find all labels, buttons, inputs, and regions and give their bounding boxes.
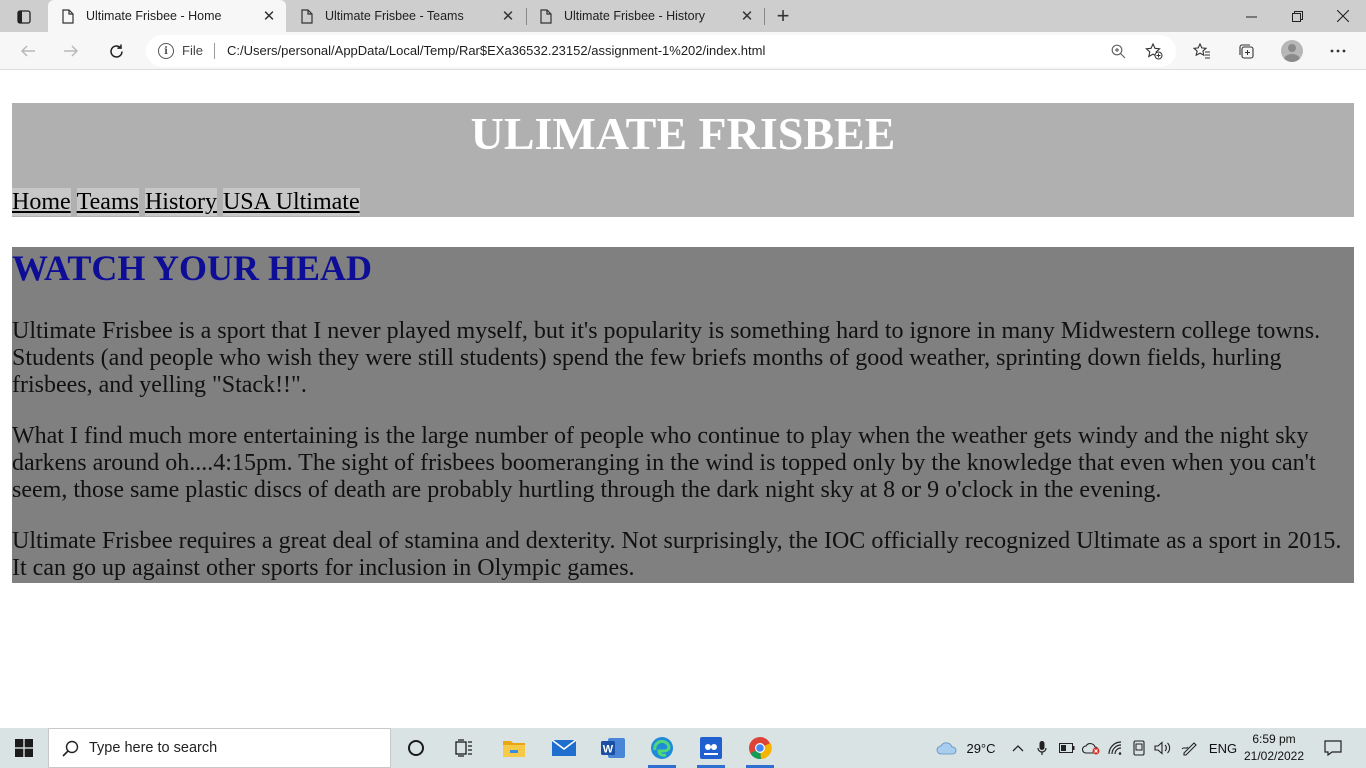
sync-error-icon[interactable] [1080, 728, 1102, 768]
forward-button[interactable] [56, 36, 86, 66]
mail-icon[interactable] [540, 728, 588, 768]
windows-start-icon[interactable] [0, 728, 48, 768]
taskbar: Type here to search W 29°C ENG 6:59 pm 2… [0, 728, 1366, 768]
favorites-icon[interactable] [1189, 38, 1215, 64]
zoom-icon[interactable] [1106, 40, 1130, 62]
paragraph: Ultimate Frisbee is a sport that I never… [12, 318, 1321, 398]
tab-separator [764, 8, 765, 25]
site-nav: Home Teams History USA Ultimate [12, 188, 360, 216]
site-title: ULIMATE FRISBEE [470, 108, 896, 159]
paragraph: What I find much more entertaining is th… [12, 423, 1316, 503]
paragraph: Ultimate Frisbee requires a great deal o… [12, 528, 1342, 581]
close-tab-icon[interactable]: ✕ [736, 5, 758, 27]
taskbar-search-input[interactable]: Type here to search [48, 728, 391, 768]
tab-title: Ultimate Frisbee - History [564, 9, 705, 23]
url-text[interactable]: C:/Users/personal/AppData/Local/Temp/Rar… [227, 43, 765, 58]
address-bar[interactable]: i File C:/Users/personal/AppData/Local/T… [146, 35, 1176, 67]
nav-link-home[interactable]: Home [12, 188, 71, 216]
nav-link-history[interactable]: History [144, 188, 217, 216]
pen-icon[interactable] [1178, 728, 1202, 768]
volume-icon[interactable] [1152, 728, 1174, 768]
nav-link-teams[interactable]: Teams [76, 188, 139, 216]
page-viewport: ULIMATE FRISBEE Home Teams History USA U… [0, 71, 1366, 728]
add-favorite-icon[interactable] [1142, 40, 1166, 62]
chrome-icon[interactable] [736, 728, 784, 768]
clock[interactable]: 6:59 pm 21/02/2022 [1238, 731, 1310, 765]
section-heading: WATCH YOUR HEAD [12, 248, 373, 288]
main-content: WATCH YOUR HEAD Ultimate Frisbee is a sp… [12, 247, 1354, 583]
page-icon [60, 8, 76, 24]
language-indicator[interactable]: ENG [1206, 728, 1240, 768]
notifications-icon[interactable] [1318, 728, 1348, 768]
weather-icon[interactable] [932, 728, 962, 768]
clock-date: 21/02/2022 [1243, 749, 1305, 763]
profile-avatar[interactable] [1281, 40, 1303, 62]
tab-strip: Ultimate Frisbee - Home ✕ Ultimate Frisb… [0, 0, 1366, 32]
tab-title: Ultimate Frisbee - Teams [325, 9, 464, 23]
page-icon [538, 8, 554, 24]
meet-icon[interactable] [687, 728, 735, 768]
search-icon [62, 740, 79, 757]
chevron-up-icon[interactable] [1008, 728, 1028, 768]
tab-history[interactable]: Ultimate Frisbee - History ✕ [526, 0, 764, 32]
minimize-button[interactable] [1228, 0, 1274, 32]
edge-icon[interactable] [638, 728, 686, 768]
scheme-label: File [182, 43, 203, 58]
tab-teams[interactable]: Ultimate Frisbee - Teams ✕ [287, 0, 525, 32]
tab-home[interactable]: Ultimate Frisbee - Home ✕ [48, 0, 286, 32]
restore-button[interactable] [1274, 0, 1320, 32]
cortana-icon[interactable] [392, 728, 440, 768]
new-tab-button[interactable]: + [770, 3, 796, 28]
battery-icon[interactable] [1056, 728, 1078, 768]
tab-title: Ultimate Frisbee - Home [86, 9, 222, 23]
back-button[interactable] [13, 36, 43, 66]
close-tab-icon[interactable]: ✕ [258, 5, 280, 27]
task-view-icon[interactable] [440, 728, 488, 768]
device-icon[interactable] [1128, 728, 1150, 768]
more-options-icon[interactable] [1325, 38, 1351, 64]
tab-actions-icon[interactable] [10, 6, 38, 28]
address-divider [214, 43, 215, 59]
collections-icon[interactable] [1233, 38, 1259, 64]
close-tab-icon[interactable]: ✕ [497, 5, 519, 27]
microphone-icon[interactable] [1032, 728, 1052, 768]
refresh-button[interactable] [101, 36, 131, 66]
file-explorer-icon[interactable] [490, 728, 538, 768]
clock-time: 6:59 pm [1252, 732, 1296, 746]
word-icon[interactable]: W [589, 728, 637, 768]
svg-text:W: W [603, 744, 614, 756]
weather-temperature[interactable]: 29°C [964, 728, 998, 768]
search-placeholder: Type here to search [89, 740, 218, 756]
site-header: ULIMATE FRISBEE Home Teams History USA U… [12, 103, 1354, 217]
info-icon[interactable]: i [158, 43, 174, 59]
nav-link-usa-ultimate[interactable]: USA Ultimate [222, 188, 360, 216]
wifi-icon[interactable] [1104, 728, 1126, 768]
close-window-button[interactable] [1320, 0, 1366, 32]
browser-toolbar: i File C:/Users/personal/AppData/Local/T… [0, 32, 1366, 70]
page-icon [299, 8, 315, 24]
